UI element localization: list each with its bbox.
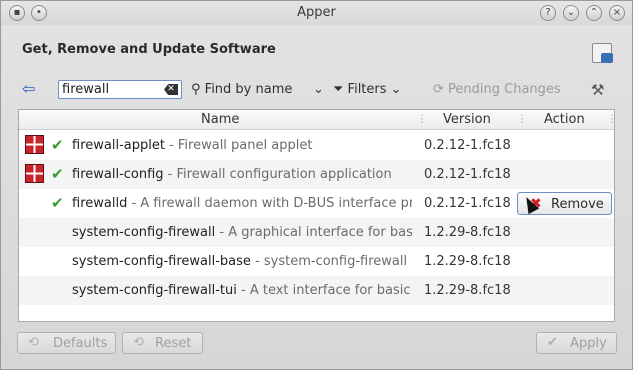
- package-row[interactable]: system-config-firewall - A graphical int…: [19, 218, 614, 247]
- reset-label: Reset: [155, 336, 192, 351]
- pending-changes-button[interactable]: ⟳ Pending Changes: [433, 81, 561, 99]
- defaults-label: Defaults: [53, 336, 108, 351]
- reset-icon: ⟲: [133, 335, 144, 350]
- package-summary: - system-config-firewall ba: [250, 254, 412, 269]
- package-version: 0.2.12-1.fc18: [424, 167, 511, 182]
- package-version: 0.2.12-1.fc18: [424, 196, 511, 211]
- package-name: firewall-config: [72, 167, 164, 182]
- refresh-icon: ⟳: [433, 82, 449, 97]
- search-field[interactable]: ✕: [58, 80, 182, 99]
- package-name: firewall-applet: [72, 138, 165, 153]
- find-mode-dropdown[interactable]: ⌄: [313, 81, 324, 99]
- package-summary: - A graphical interface for basic: [215, 225, 412, 240]
- find-by-name-label: Find by name: [204, 82, 293, 97]
- package-version: 1.2.29-8.fc18: [424, 283, 511, 298]
- chevron-down-icon: ⌄: [386, 82, 402, 97]
- package-name: firewalld: [72, 196, 128, 211]
- chevron-down-icon: ⌄: [313, 82, 324, 97]
- page-title: Get, Remove and Update Software: [22, 42, 276, 57]
- clear-search-icon[interactable]: ✕: [164, 84, 178, 95]
- package-name: system-config-firewall-tui: [72, 283, 237, 298]
- apper-window: ▪ • Apper ? ⌄ ⌃ × Get, Remove and Update…: [0, 0, 633, 370]
- package-version: 0.2.12-1.fc18: [424, 138, 511, 153]
- package-row[interactable]: system-config-firewall-tui - A text inte…: [19, 276, 614, 305]
- column-name[interactable]: Name: [201, 112, 239, 127]
- settings-icon[interactable]: ⚒: [591, 81, 611, 99]
- maximize-icon[interactable]: ⌃: [586, 5, 602, 21]
- filter-icon: ⏷: [333, 82, 348, 97]
- find-by-name-button[interactable]: ⚲ Find by name: [191, 81, 292, 99]
- package-version: 1.2.29-8.fc18: [424, 254, 511, 269]
- help-icon[interactable]: ?: [540, 5, 556, 21]
- apply-button[interactable]: ✔ Apply: [536, 332, 617, 354]
- firewall-icon: [25, 135, 44, 154]
- installed-check-icon: ✔: [51, 136, 64, 154]
- back-arrow-icon[interactable]: ⇦: [22, 81, 40, 97]
- package-summary: - Firewall panel applet: [164, 138, 313, 153]
- firewall-icon: [25, 164, 44, 183]
- package-row[interactable]: system-config-firewall-base - system-con…: [19, 247, 614, 276]
- column-resize-handle[interactable]: ⋮: [517, 114, 527, 126]
- defaults-icon: ⟲: [28, 335, 39, 350]
- column-header: Name ⋮ Version ⋮ Action ⋮: [19, 110, 617, 130]
- package-list[interactable]: Name ⋮ Version ⋮ Action ⋮ ✔ firewall-app…: [18, 109, 617, 322]
- software-icon: [592, 43, 613, 63]
- package-version: 1.2.29-8.fc18: [424, 225, 511, 240]
- apply-check-icon: ✔: [547, 335, 558, 350]
- column-resize-handle[interactable]: ⋮: [417, 114, 427, 126]
- apply-label: Apply: [570, 336, 607, 351]
- close-icon[interactable]: ×: [609, 5, 625, 21]
- search-input[interactable]: [62, 82, 162, 97]
- binoculars-icon: ⚲: [191, 82, 205, 97]
- column-action[interactable]: Action: [544, 112, 585, 127]
- remove-label: Remove: [551, 197, 604, 212]
- package-name: system-config-firewall-base: [72, 254, 251, 269]
- package-name: system-config-firewall: [72, 225, 216, 240]
- filters-label: Filters: [347, 82, 387, 97]
- defaults-button[interactable]: ⟲ Defaults: [17, 332, 116, 354]
- package-row[interactable]: ✔ firewall-applet - Firewall panel apple…: [19, 131, 614, 160]
- minimize-icon[interactable]: ⌄: [563, 5, 579, 21]
- installed-check-icon: ✔: [51, 194, 64, 212]
- column-resize-handle[interactable]: ⋮: [607, 114, 617, 126]
- window-title: Apper: [297, 5, 336, 20]
- pending-changes-label: Pending Changes: [448, 82, 561, 97]
- installed-check-icon: ✔: [51, 165, 64, 183]
- package-summary: - A text interface for basic fi: [236, 283, 412, 298]
- title-bar[interactable]: ▪ • Apper ? ⌄ ⌃ ×: [1, 1, 632, 25]
- package-summary: - Firewall configuration application: [163, 167, 392, 182]
- package-summary: - A firewall daemon with D-BUS interface…: [127, 196, 412, 211]
- package-row[interactable]: ✔ firewall-config - Firewall configurati…: [19, 160, 614, 189]
- column-version[interactable]: Version: [443, 112, 491, 127]
- filters-button[interactable]: ⏷ Filters ⌄: [333, 81, 402, 99]
- reset-button[interactable]: ⟲ Reset: [122, 332, 203, 354]
